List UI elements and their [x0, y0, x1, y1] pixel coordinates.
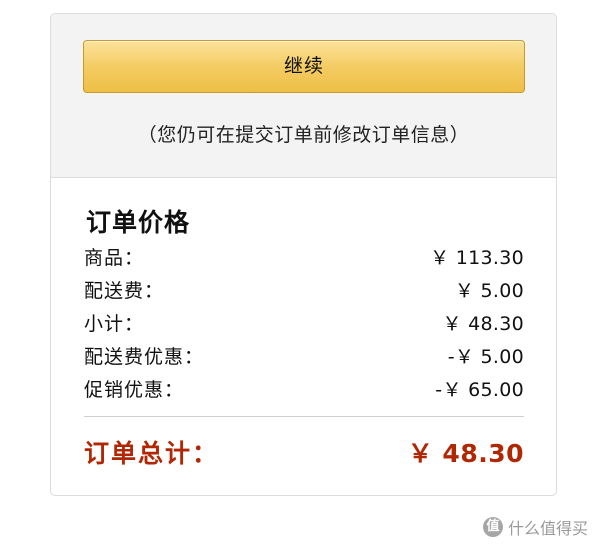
price-row-value: ￥ 5.00 [454, 280, 524, 302]
order-total-label: 订单总计： [84, 439, 220, 468]
price-row-label: 促销优惠： [84, 379, 185, 401]
price-row-value: ￥ 48.30 [442, 313, 524, 335]
price-row-subtotal: 小计： ￥ 48.30 [84, 309, 524, 339]
price-row-shipping-discount: 配送费优惠： -￥ 5.00 [84, 342, 524, 372]
watermark-logo-icon: 值 [482, 517, 503, 537]
price-row-label: 商品： [84, 247, 145, 269]
price-row-value: -￥ 65.00 [435, 379, 524, 401]
watermark-text: 什么值得买 [507, 519, 588, 538]
order-total-value: ￥ 48.30 [407, 439, 524, 468]
order-price-title: 订单价格 [86, 208, 191, 237]
price-row-value: ￥ 113.30 [430, 247, 524, 269]
price-row-label: 小计： [84, 313, 145, 335]
price-row-items: 商品： ￥ 113.30 [84, 243, 524, 273]
total-divider [84, 416, 524, 417]
price-row-shipping: 配送费： ￥ 5.00 [84, 276, 524, 306]
edit-order-note: （您仍可在提交订单前修改订单信息） [137, 124, 470, 146]
price-row-promotion-discount: 促销优惠： -￥ 65.00 [84, 375, 524, 405]
site-watermark: 值 什么值得买 [482, 515, 588, 539]
order-summary-box: 继续 （您仍可在提交订单前修改订单信息） 订单价格 商品： ￥ 113.30 配… [50, 13, 557, 496]
continue-button[interactable]: 继续 [83, 40, 525, 93]
checkout-action-section: 继续 （您仍可在提交订单前修改订单信息） [51, 14, 556, 178]
price-row-label: 配送费优惠： [84, 346, 205, 368]
order-total-row: 订单总计： ￥ 48.30 [84, 434, 524, 474]
price-row-value: -￥ 5.00 [447, 346, 524, 368]
price-row-label: 配送费： [84, 280, 165, 302]
